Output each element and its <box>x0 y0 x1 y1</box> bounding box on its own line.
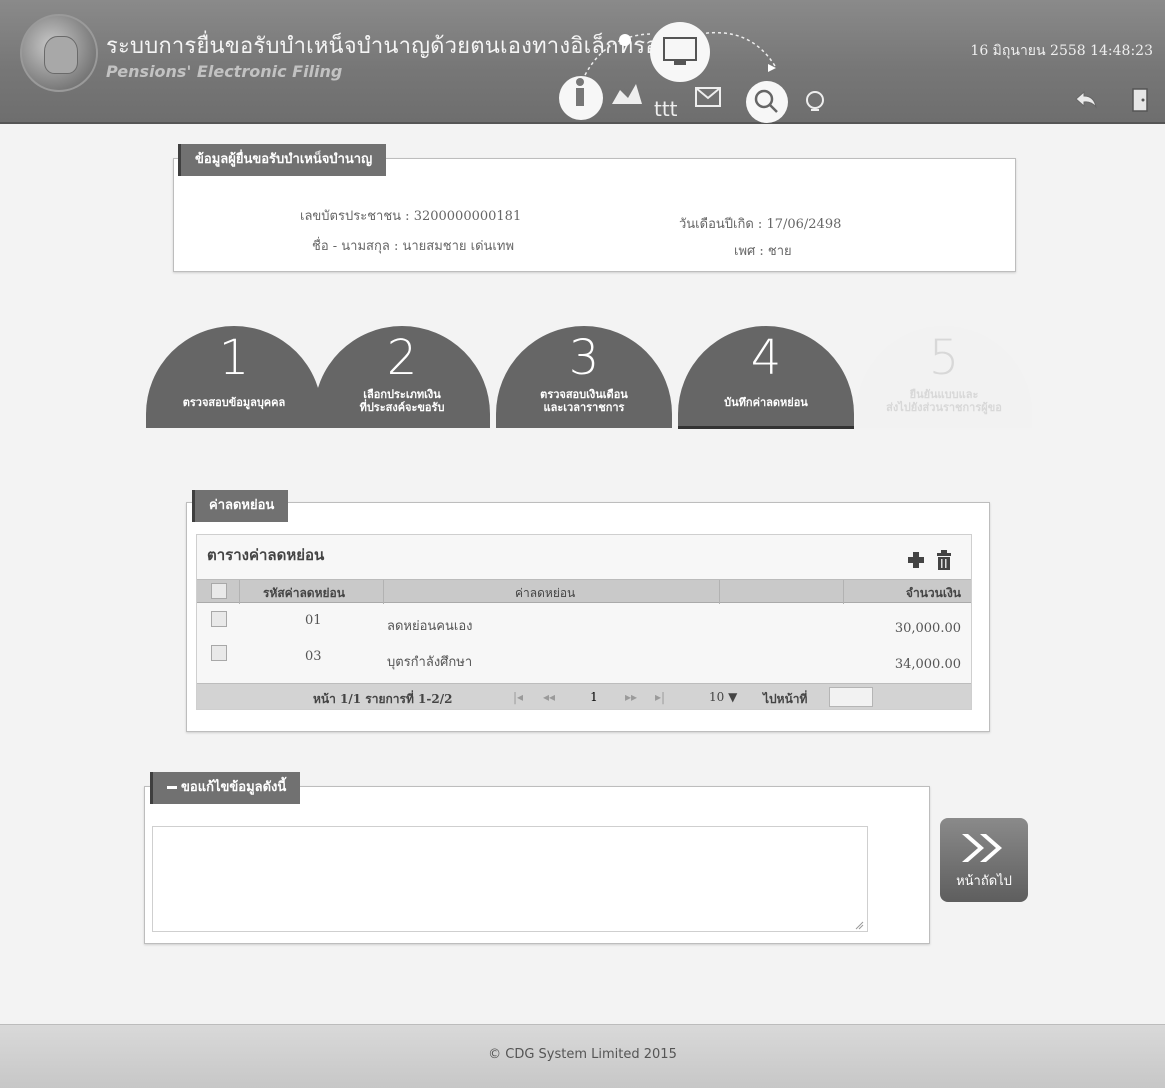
row-amount: 34,000.00 <box>894 657 961 672</box>
applicant-info-legend: ข้อมูลผู้ยื่นขอรับบำเหน็จบำนาญ <box>178 144 387 176</box>
step-4-number: 4 <box>750 330 782 386</box>
table-pager: หน้า 1/1 รายการที่ 1-2/2 |◂ ◂◂ ▸▸ ▸| 10 … <box>197 683 971 709</box>
step-2-tab[interactable]: 2 เลือกประเภทเงิน ที่ประสงค์จะขอรับ <box>314 326 490 428</box>
name-row: ชื่อ - นามสกุล : นายสมชาย เด่นเทพ <box>312 239 515 254</box>
double-chevron-right-icon <box>962 834 1002 862</box>
header-separator-1 <box>239 580 240 604</box>
deduction-table: ตารางค่าลดหย่อน รหัสค่าลดหย่อน ค่าลดหย่อ… <box>196 534 972 710</box>
step-1-label: ตรวจสอบข้อมูลบุคคล <box>182 396 286 409</box>
current-datetime: 16 มิถุนายน 2558 14:48:23 <box>970 43 1153 59</box>
dob-value: 17/06/2498 <box>766 217 842 232</box>
svg-text:ttt: ttt <box>654 97 678 121</box>
goto-page-label: ไปหน้าที่ <box>763 692 808 706</box>
page-size-select[interactable]: 10 ▼ <box>709 690 737 704</box>
deduction-legend: ค่าลดหย่อน <box>192 490 289 522</box>
header-separator-2 <box>383 580 384 604</box>
goto-page-input[interactable] <box>829 687 873 707</box>
copyright-text: © CDG System Limited 2015 <box>488 1047 677 1062</box>
step-4-tab[interactable]: 4 บันทึกค่าลดหย่อน <box>678 326 854 428</box>
citizen-id-row: เลขบัตรประชาชน : 3200000000181 <box>300 209 522 224</box>
step-5-number: 5 <box>928 330 960 386</box>
resize-handle-icon <box>855 921 864 930</box>
deduction-table-title: ตารางค่าลดหย่อน <box>207 546 325 564</box>
citizen-id-value: 3200000000181 <box>413 209 522 224</box>
sex-row: เพศ : ชาย <box>734 244 792 259</box>
delete-row-button[interactable] <box>933 549 955 571</box>
edit-request-textarea[interactable] <box>152 826 868 932</box>
row-name: บุตรกำลังศึกษา <box>387 655 473 670</box>
header-separator-4 <box>843 580 844 604</box>
back-arrow-icon <box>1075 90 1097 109</box>
table-row[interactable]: 01 ลดหย่อนคนเอง 30,000.00 <box>197 605 971 639</box>
row-amount: 30,000.00 <box>894 621 961 636</box>
collapse-icon <box>167 786 177 789</box>
last-page-button[interactable]: ▸| <box>655 690 665 704</box>
app-title-english: Pensions' Electronic Filing <box>106 62 343 81</box>
next-page-button[interactable]: ▸▸ <box>625 690 637 704</box>
step-3-tab[interactable]: 3 ตรวจสอบเงินเดือน และเวลาราชการ <box>496 326 672 428</box>
select-all-checkbox[interactable] <box>211 583 227 599</box>
deduction-table-header: รหัสค่าลดหย่อน ค่าลดหย่อน จำนวนเงิน <box>197 579 971 604</box>
trash-icon <box>937 550 951 570</box>
next-page-label: หน้าถัดไป <box>956 874 1012 889</box>
row-name: ลดหย่อนคนเอง <box>387 619 473 634</box>
header-separator-3 <box>719 580 720 604</box>
dob-label: วันเดือนปีเกิด <box>679 217 754 232</box>
step-3-label: ตรวจสอบเงินเดือน และเวลาราชการ <box>540 388 628 414</box>
next-page-main-button[interactable]: หน้าถัดไป <box>940 818 1028 902</box>
emblem-logo <box>20 14 98 92</box>
sex-label: เพศ <box>734 244 756 259</box>
sex-value: ชาย <box>767 244 792 259</box>
name-value: นายสมชาย เด่นเทพ <box>402 239 515 254</box>
pager-summary: หน้า 1/1 รายการที่ 1-2/2 <box>313 692 453 706</box>
add-row-button[interactable] <box>905 549 927 571</box>
step-1-number: 1 <box>218 330 250 386</box>
step-5-tab: 5 ยืนยันแบบและ ส่งไปยังส่วนราชการผู้ขอ <box>856 326 1032 428</box>
dob-row: วันเดือนปีเกิด : 17/06/2498 <box>679 217 842 232</box>
citizen-id-label: เลขบัตรประชาชน <box>300 209 402 224</box>
column-header-name: ค่าลดหย่อน <box>515 586 576 600</box>
plus-icon <box>908 552 924 568</box>
column-header-code: รหัสค่าลดหย่อน <box>263 586 345 600</box>
header-illustration: ttt <box>559 22 824 123</box>
step-2-number: 2 <box>386 330 418 386</box>
first-page-button[interactable]: |◂ <box>513 690 523 704</box>
step-3-number: 3 <box>568 330 600 386</box>
step-2-label: เลือกประเภทเงิน ที่ประสงค์จะขอรับ <box>359 388 445 414</box>
column-header-amount: จำนวนเงิน <box>905 586 961 600</box>
table-row[interactable]: 03 บุตรกำลังศึกษา 34,000.00 <box>197 641 971 675</box>
row-checkbox[interactable] <box>211 611 227 627</box>
edit-request-legend[interactable]: ขอแก้ไขข้อมูลดังนี้ <box>150 772 301 804</box>
logout-button[interactable] <box>1126 86 1154 114</box>
row-checkbox[interactable] <box>211 645 227 661</box>
active-step-indicator <box>678 426 854 429</box>
page-footer: © CDG System Limited 2015 <box>0 1024 1165 1088</box>
door-exit-icon <box>1132 88 1148 112</box>
name-label: ชื่อ - นามสกุล <box>312 239 390 254</box>
step-5-label: ยืนยันแบบและ ส่งไปยังส่วนราชการผู้ขอ <box>886 388 1002 414</box>
app-header: ระบบการยื่นขอรับบำเหน็จบำนาญด้วยตนเองทาง… <box>0 0 1165 124</box>
step-1-tab[interactable]: 1 ตรวจสอบข้อมูลบุคคล <box>146 326 322 428</box>
back-button[interactable] <box>1072 86 1100 114</box>
row-code: 03 <box>305 649 322 664</box>
row-code: 01 <box>305 613 322 628</box>
page-number-input[interactable] <box>579 687 609 707</box>
step-4-label: บันทึกค่าลดหย่อน <box>724 396 808 409</box>
prev-page-button[interactable]: ◂◂ <box>543 690 555 704</box>
edit-request-title: ขอแก้ไขข้อมูลดังนี้ <box>181 780 287 795</box>
